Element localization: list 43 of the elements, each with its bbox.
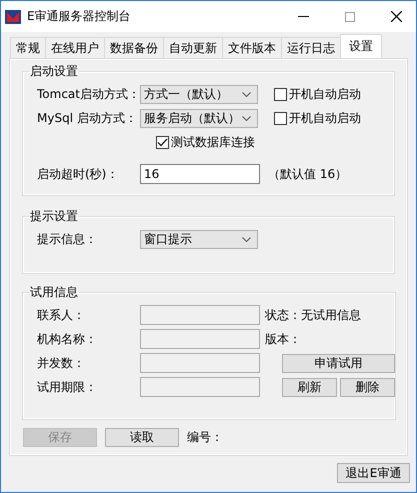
chevron-icon — [242, 236, 251, 242]
close-icon[interactable] — [391, 11, 402, 22]
checkbox[interactable] — [274, 88, 287, 100]
field-label: MySql 启动方式： — [37, 110, 138, 126]
group-title: 提示设置 — [29, 208, 79, 225]
checkbox-label: 测试数据库连接 — [171, 134, 255, 150]
input-field[interactable] — [140, 305, 260, 325]
field-label: 试用期限： — [37, 378, 98, 396]
dropdown[interactable]: 方式一（默认） — [140, 84, 258, 104]
refresh-button[interactable]: 刷新 — [282, 378, 337, 396]
input-field[interactable] — [140, 329, 260, 349]
checkbox-label: 开机自动启动 — [289, 110, 361, 126]
input-field[interactable] — [140, 353, 260, 373]
field-label: 联系人： — [37, 306, 86, 324]
apply-trial-button[interactable]: 申请试用 — [282, 354, 395, 372]
tab[interactable]: 设置 — [340, 34, 382, 58]
app-icon — [5, 10, 21, 24]
chevron-icon — [242, 116, 251, 120]
input-field[interactable]: 16 — [140, 164, 260, 184]
checkbox-label: 开机自动启动 — [289, 86, 361, 102]
checkbox[interactable] — [156, 136, 169, 148]
tab[interactable]: 常规 — [10, 37, 46, 58]
chevron-icon — [242, 92, 251, 96]
group-title: 试用信息 — [29, 284, 79, 301]
default-hint: （默认值 16） — [268, 166, 348, 182]
dropdown[interactable]: 窗口提示 — [140, 230, 258, 248]
maximize-icon[interactable] — [345, 12, 355, 22]
version-text: 版本： — [265, 330, 301, 348]
field-label: 启动超时(秒)： — [37, 166, 120, 182]
field-label: Tomcat启动方式： — [37, 86, 140, 102]
status-text: 状态：无试用信息 — [265, 306, 361, 324]
input-field[interactable] — [140, 377, 260, 397]
exit-button[interactable]: 退出E审通 — [337, 463, 410, 483]
field-label: 机构名称： — [37, 330, 98, 348]
dropdown[interactable]: 服务启动（默认） — [140, 108, 258, 128]
field-label: 并发数： — [37, 354, 86, 372]
group-title: 启动设置 — [29, 63, 79, 80]
window-title: E审通服务器控制台 — [27, 8, 131, 25]
delete-button[interactable]: 删除 — [340, 378, 395, 396]
serial-label: 编号： — [187, 429, 223, 446]
field-label: 提示信息： — [37, 230, 98, 248]
footer-button[interactable]: 读取 — [105, 428, 179, 447]
checkbox[interactable] — [274, 112, 287, 124]
